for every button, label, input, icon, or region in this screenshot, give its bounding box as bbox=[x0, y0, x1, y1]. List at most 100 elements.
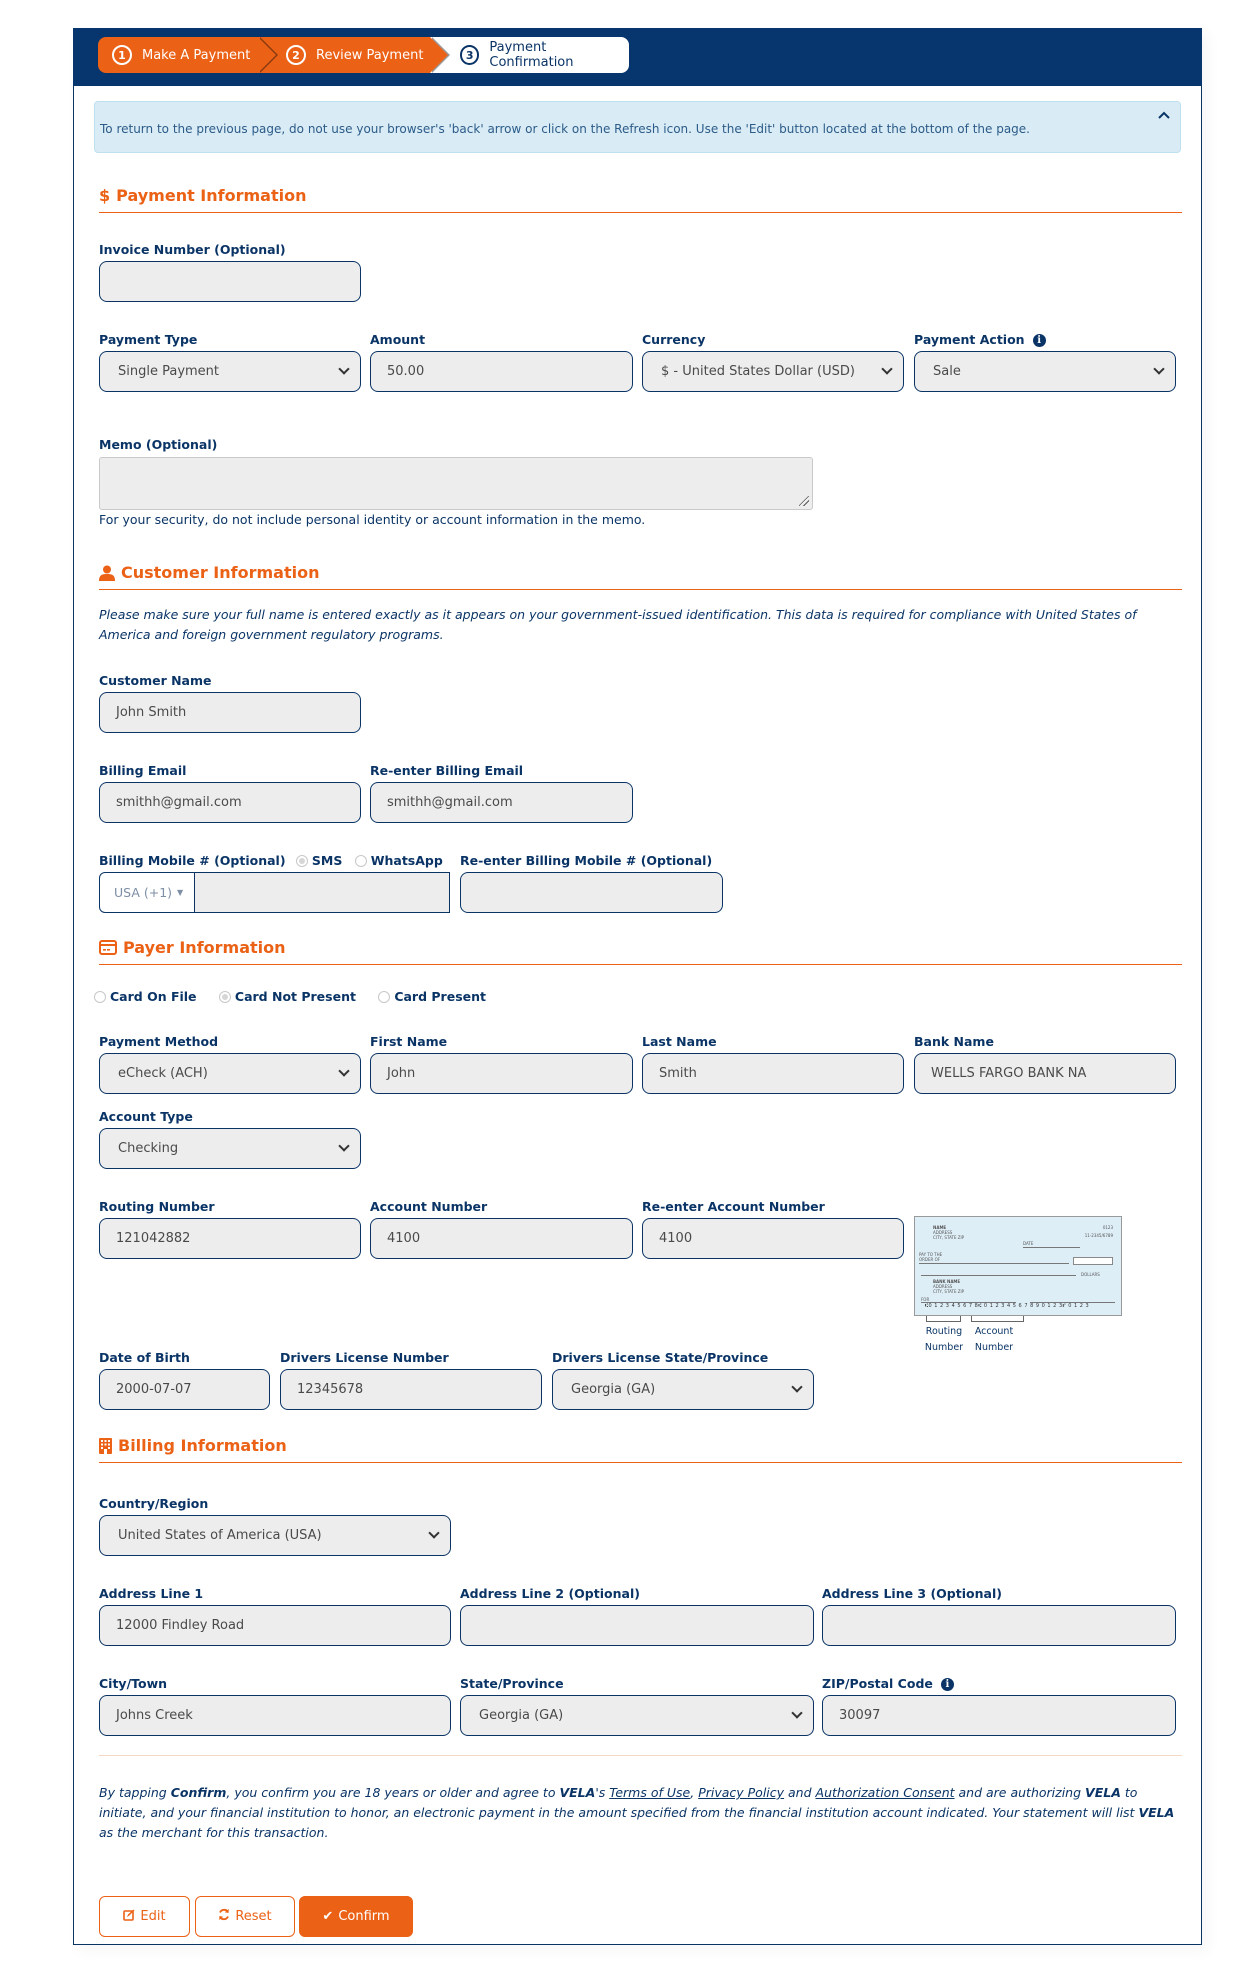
header-bar: 1 Make A Payment 2 Review Payment 3 Paym… bbox=[73, 28, 1202, 86]
billing-mobile-label: Billing Mobile # (Optional) bbox=[99, 853, 286, 868]
city-town-input[interactable]: Johns Creek bbox=[99, 1695, 451, 1736]
radio-card-not-present[interactable] bbox=[218, 991, 231, 1003]
step-review-payment: 2 Review Payment bbox=[258, 37, 448, 73]
address-line-1-input[interactable]: 12000 Findley Road bbox=[99, 1605, 451, 1646]
address-line-2-input[interactable] bbox=[460, 1605, 814, 1646]
customer-name-notice: Please make sure your full name is enter… bbox=[99, 607, 1137, 642]
drivers-license-state-select[interactable]: Georgia (GA) bbox=[552, 1369, 814, 1410]
checkmark-icon: ✔ bbox=[322, 1909, 334, 1924]
consent-text: By tapping Confirm, you confirm you are … bbox=[99, 1783, 1184, 1843]
address-line-3-label: Address Line 3 (Optional) bbox=[822, 1586, 1002, 1601]
edit-label: Edit bbox=[140, 1909, 166, 1924]
first-name-label: First Name bbox=[370, 1034, 448, 1049]
step-make-a-payment: 1 Make A Payment bbox=[98, 37, 276, 73]
drivers-license-number-input[interactable]: 12345678 bbox=[280, 1369, 542, 1410]
payment-action-label-text: Payment Action bbox=[914, 332, 1025, 347]
radio-sms[interactable] bbox=[295, 855, 308, 867]
reset-button[interactable]: Reset bbox=[195, 1896, 295, 1937]
confirm-button[interactable]: ✔ Confirm bbox=[299, 1896, 413, 1937]
account-type-select[interactable]: Checking bbox=[99, 1128, 361, 1169]
edit-button[interactable]: Edit bbox=[99, 1896, 190, 1937]
amount-label: Amount bbox=[370, 332, 426, 347]
account-number-caption: Account Number bbox=[974, 1326, 1014, 1353]
currency-label: Currency bbox=[642, 332, 706, 347]
routing-number-label: Routing Number bbox=[99, 1199, 215, 1214]
check-micr-line: ⑆0 1 2 3 4 5 6 7 8⑆ 0 1 2 3 4 5 6 7 8 9 … bbox=[925, 1303, 1090, 1309]
step-number: 1 bbox=[112, 45, 132, 65]
card-on-file-option[interactable]: Card On File bbox=[94, 989, 197, 1004]
payment-type-label: Payment Type bbox=[99, 332, 198, 347]
zip-postal-code-input[interactable]: 30097 bbox=[822, 1695, 1176, 1736]
billing-email-input[interactable]: smithh@gmail.com bbox=[99, 782, 361, 823]
payment-method-label: Payment Method bbox=[99, 1034, 219, 1049]
section-divider bbox=[99, 1755, 1182, 1756]
chevron-down-icon bbox=[881, 363, 893, 375]
amount-input[interactable]: 50.00 bbox=[370, 351, 633, 392]
info-icon[interactable]: i bbox=[1032, 334, 1046, 347]
invoice-number-label: Invoice Number (Optional) bbox=[99, 242, 286, 257]
confirm-label: Confirm bbox=[338, 1909, 390, 1924]
first-name-input[interactable]: John bbox=[370, 1053, 633, 1094]
payment-action-select[interactable]: Sale bbox=[914, 351, 1176, 392]
account-bracket bbox=[971, 1316, 1024, 1322]
consent-merchant: VELA bbox=[1138, 1805, 1175, 1820]
radio-card-present[interactable] bbox=[378, 991, 391, 1003]
payment-type-select[interactable]: Single Payment bbox=[99, 351, 361, 392]
payment-method-select[interactable]: eCheck (ACH) bbox=[99, 1053, 361, 1094]
reenter-account-number-input[interactable]: 4100 bbox=[642, 1218, 904, 1259]
address-line-2-label: Address Line 2 (Optional) bbox=[460, 1586, 640, 1601]
radio-whatsapp[interactable] bbox=[354, 855, 367, 867]
step-number: 2 bbox=[286, 45, 306, 65]
check-bank-city: CITY, STATE ZIP bbox=[933, 1289, 965, 1294]
routing-number-input[interactable]: 121042882 bbox=[99, 1218, 361, 1259]
date-of-birth-input[interactable]: 2000-07-07 bbox=[99, 1369, 270, 1410]
invoice-number-input[interactable] bbox=[99, 261, 361, 302]
radio-card-on-file[interactable] bbox=[94, 991, 106, 1003]
zip-postal-code-label-text: ZIP/Postal Code bbox=[822, 1676, 933, 1691]
consent-part: as the merchant for this transaction. bbox=[99, 1825, 329, 1840]
whatsapp-option[interactable]: WhatsApp bbox=[354, 853, 443, 868]
sms-option[interactable]: SMS bbox=[295, 853, 343, 868]
privacy-policy-link[interactable]: Privacy Policy bbox=[698, 1785, 784, 1800]
check-pay-to: PAY TO THE ORDER OF bbox=[919, 1252, 943, 1262]
account-number-input[interactable]: 4100 bbox=[370, 1218, 633, 1259]
country-region-value: United States of America (USA) bbox=[118, 1528, 322, 1543]
billing-mobile-input[interactable] bbox=[195, 872, 450, 913]
bank-name-input[interactable]: WELLS FARGO BANK NA bbox=[914, 1053, 1176, 1094]
card-not-present-option[interactable]: Card Not Present bbox=[218, 989, 356, 1004]
section-title: Customer Information bbox=[121, 563, 320, 582]
resize-handle-icon[interactable] bbox=[799, 496, 809, 506]
payer-mode-radio-group: Card On File Card Not Present Card Prese… bbox=[94, 989, 504, 1004]
authorization-consent-link[interactable]: Authorization Consent bbox=[816, 1785, 955, 1800]
chevron-right-icon bbox=[258, 37, 276, 73]
last-name-label: Last Name bbox=[642, 1034, 717, 1049]
section-title: Payer Information bbox=[123, 938, 286, 957]
check-date-line bbox=[1023, 1247, 1080, 1248]
country-code-dropdown[interactable]: USA (+1) ▼ bbox=[99, 872, 195, 913]
reenter-billing-email-input[interactable]: smithh@gmail.com bbox=[370, 782, 633, 823]
card-present-option[interactable]: Card Present bbox=[378, 989, 486, 1004]
city-town-label: City/Town bbox=[99, 1676, 168, 1691]
customer-name-input[interactable]: John Smith bbox=[99, 692, 361, 733]
step-label: Review Payment bbox=[316, 47, 424, 63]
chevron-down-icon bbox=[338, 1065, 350, 1077]
state-province-select[interactable]: Georgia (GA) bbox=[460, 1695, 814, 1736]
caret-down-icon: ▼ bbox=[177, 888, 184, 897]
billing-mobile-input-group: USA (+1) ▼ bbox=[99, 872, 450, 913]
step-payment-confirmation: 3 Payment Confirmation bbox=[430, 37, 629, 73]
terms-of-use-link[interactable]: Terms of Use bbox=[609, 1785, 690, 1800]
payment-method-value: eCheck (ACH) bbox=[118, 1066, 208, 1081]
reenter-billing-mobile-input[interactable] bbox=[460, 872, 723, 913]
chevron-up-icon[interactable] bbox=[1158, 107, 1170, 123]
country-region-select[interactable]: United States of America (USA) bbox=[99, 1515, 451, 1556]
billing-email-label: Billing Email bbox=[99, 763, 187, 778]
progress-stepper: 1 Make A Payment 2 Review Payment 3 Paym… bbox=[98, 37, 629, 73]
info-icon[interactable]: i bbox=[940, 1678, 954, 1691]
alert-text: To return to the previous page, do not u… bbox=[100, 122, 1030, 136]
consent-part: By tapping bbox=[99, 1785, 171, 1800]
last-name-input[interactable]: Smith bbox=[642, 1053, 904, 1094]
memo-textarea[interactable] bbox=[99, 457, 813, 510]
currency-select[interactable]: $ - United States Dollar (USD) bbox=[642, 351, 904, 392]
sms-label: SMS bbox=[311, 853, 343, 868]
address-line-3-input[interactable] bbox=[822, 1605, 1176, 1646]
